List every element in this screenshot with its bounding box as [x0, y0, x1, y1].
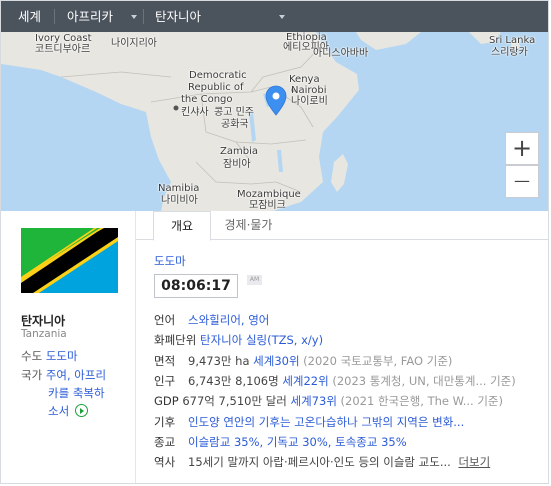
zoom-out-button[interactable]: — — [505, 165, 539, 198]
map-label: 아디스아바바 — [313, 48, 369, 59]
map-label: 모잠비크 — [249, 200, 286, 211]
info-link[interactable]: 세계22위 — [282, 374, 328, 388]
info-label: 역사 — [154, 455, 176, 470]
map-label: 나이로비 — [291, 96, 328, 107]
map-label: 나이지리아 — [111, 38, 157, 49]
chevron-down-icon[interactable] — [279, 15, 285, 19]
info-row: 인구 6,743만 8,106명 세계22위 (2023 통계청, UN, 대만통… — [154, 371, 516, 391]
info-link[interactable]: 탄자니아 실링(TZS, x/y) — [200, 333, 323, 347]
map-label: Mozambique — [237, 189, 301, 200]
play-icon[interactable] — [74, 404, 88, 417]
country-details-panel: 탄자니아 Tanzania 수도 도도마 국가 주여, 아프리 카를 축복하 소… — [1, 211, 548, 483]
info-label: GDP — [154, 394, 179, 409]
anthem-link[interactable]: 주여, 아프리 — [46, 368, 106, 382]
country-name-en: Tanzania — [21, 328, 67, 340]
map-label: 코트디부아르 — [35, 44, 91, 55]
info-label: 화폐단위 — [154, 333, 197, 348]
info-link[interactable]: 세계30위 — [253, 354, 299, 368]
anthem-label: 국가 — [21, 368, 43, 382]
map-label: the Congo — [181, 94, 233, 105]
map-label: 킨샤사 — [181, 107, 209, 118]
info-label: 기후 — [154, 414, 176, 429]
info-value: 15세기 말까지 아랍·페르시아·인도 등의 이슬람 교도... — [188, 455, 455, 470]
info-link[interactable]: 세계73위 — [291, 394, 337, 408]
map-label: Democratic — [189, 70, 247, 81]
map-label: 공화국 — [221, 119, 249, 130]
capital-label: 수도 — [21, 349, 43, 363]
tanzania-flag-icon — [21, 228, 118, 293]
nav-world[interactable]: 세계 — [18, 1, 41, 32]
country-info-widget: 세계 아프리카 탄자니아 Ivory Coast 코트디부아르 나이지리아 Et… — [0, 0, 549, 484]
info-link[interactable]: 스와힐리어, 영어 — [188, 313, 269, 327]
map-label: 잠비아 — [223, 159, 251, 170]
map-label: Ivory Coast — [35, 33, 92, 44]
info-value: 677억 7,510만 달러 — [182, 394, 291, 409]
nav-region-dropdown[interactable]: 아프리카 — [67, 1, 113, 32]
anthem-link-line3[interactable]: 소서 — [48, 402, 88, 420]
info-value: 9,473만 ha — [188, 353, 254, 368]
region-nav-bar: 세계 아프리카 탄자니아 — [1, 1, 548, 32]
info-source: (2020 국토교통부, FAO 기준) — [299, 353, 453, 368]
map-label: 나미비아 — [161, 195, 198, 206]
info-row: 종교 이슬람교 35%, 기독교 30%, 토속종교 35% — [154, 432, 407, 452]
more-link[interactable]: 더보기 — [458, 455, 490, 469]
anthem-row: 국가 주여, 아프리 — [21, 366, 106, 384]
map-label: Zambia — [220, 146, 258, 157]
chevron-down-icon[interactable] — [131, 15, 137, 19]
capital-link[interactable]: 도도마 — [46, 349, 78, 363]
nav-divider — [143, 9, 144, 24]
am-pm-badge: AM — [247, 275, 262, 285]
info-row: 면적 9,473만 ha 세계30위 (2020 국토교통부, FAO 기준) — [154, 351, 452, 371]
info-row: 기후 인도양 연안의 기후는 고온다습하나 그밖의 지역은 변화... — [154, 412, 464, 432]
tab-economy[interactable]: 경제·물가 — [211, 211, 286, 240]
timezone-city-link[interactable]: 도도마 — [154, 253, 186, 269]
map-label: Namibia — [158, 183, 200, 194]
info-label: 인구 — [154, 373, 176, 388]
info-row: 역사 15세기 말까지 아랍·페르시아·인도 등의 이슬람 교도... 더보기 — [154, 452, 490, 472]
country-map[interactable]: Ivory Coast 코트디부아르 나이지리아 Ethiopia 에티오피아 … — [1, 32, 548, 211]
country-name: 탄자니아 — [21, 314, 66, 328]
info-source: (2021 한국은행, The W... 기준) — [336, 394, 503, 409]
nav-country-dropdown[interactable]: 탄자니아 — [155, 1, 201, 32]
country-summary: 탄자니아 Tanzania 수도 도도마 국가 주여, 아프리 카를 축복하 소… — [1, 211, 136, 483]
info-row: 화폐단위 탄자니아 실링(TZS, x/y) — [154, 330, 323, 350]
map-label: Republic of — [188, 82, 244, 93]
info-link[interactable]: 인도양 연안의 기후는 고온다습하나 그밖의 지역은 변화... — [188, 415, 464, 429]
map-label: Nairobi — [291, 85, 327, 96]
info-label: 면적 — [154, 353, 176, 368]
anthem-link-text[interactable]: 소서 — [48, 404, 69, 418]
map-label: 콩고 민주 — [214, 107, 254, 118]
info-label: 종교 — [154, 434, 176, 449]
map-canvas — [1, 32, 548, 211]
info-label: 언어 — [154, 313, 176, 327]
info-row: GDP 677억 7,510만 달러 세계73위 (2021 한국은행, The… — [154, 391, 503, 411]
capital-row: 수도 도도마 — [21, 347, 78, 365]
map-label: Sri Lanka — [489, 35, 536, 46]
map-label: Kenya — [289, 74, 320, 85]
map-label: 스리랑카 — [491, 47, 528, 58]
info-row: 언어 스와힐리어, 영어 — [154, 310, 269, 330]
info-value: 6,743만 8,106명 — [188, 373, 283, 388]
info-source: (2023 통계청, UN, 대만통계... 기준) — [328, 373, 516, 388]
zoom-in-button[interactable]: + — [505, 132, 539, 165]
tab-bar: 개요 경제·물가 — [136, 211, 548, 241]
local-time-clock: 08:06:17 — [154, 274, 238, 298]
nav-divider — [54, 9, 55, 24]
anthem-link-line2[interactable]: 카를 축복하 — [48, 384, 105, 402]
tab-overview[interactable]: 개요 — [153, 211, 211, 241]
info-link[interactable]: 이슬람교 35%, 기독교 30%, 토속종교 35% — [188, 435, 407, 449]
